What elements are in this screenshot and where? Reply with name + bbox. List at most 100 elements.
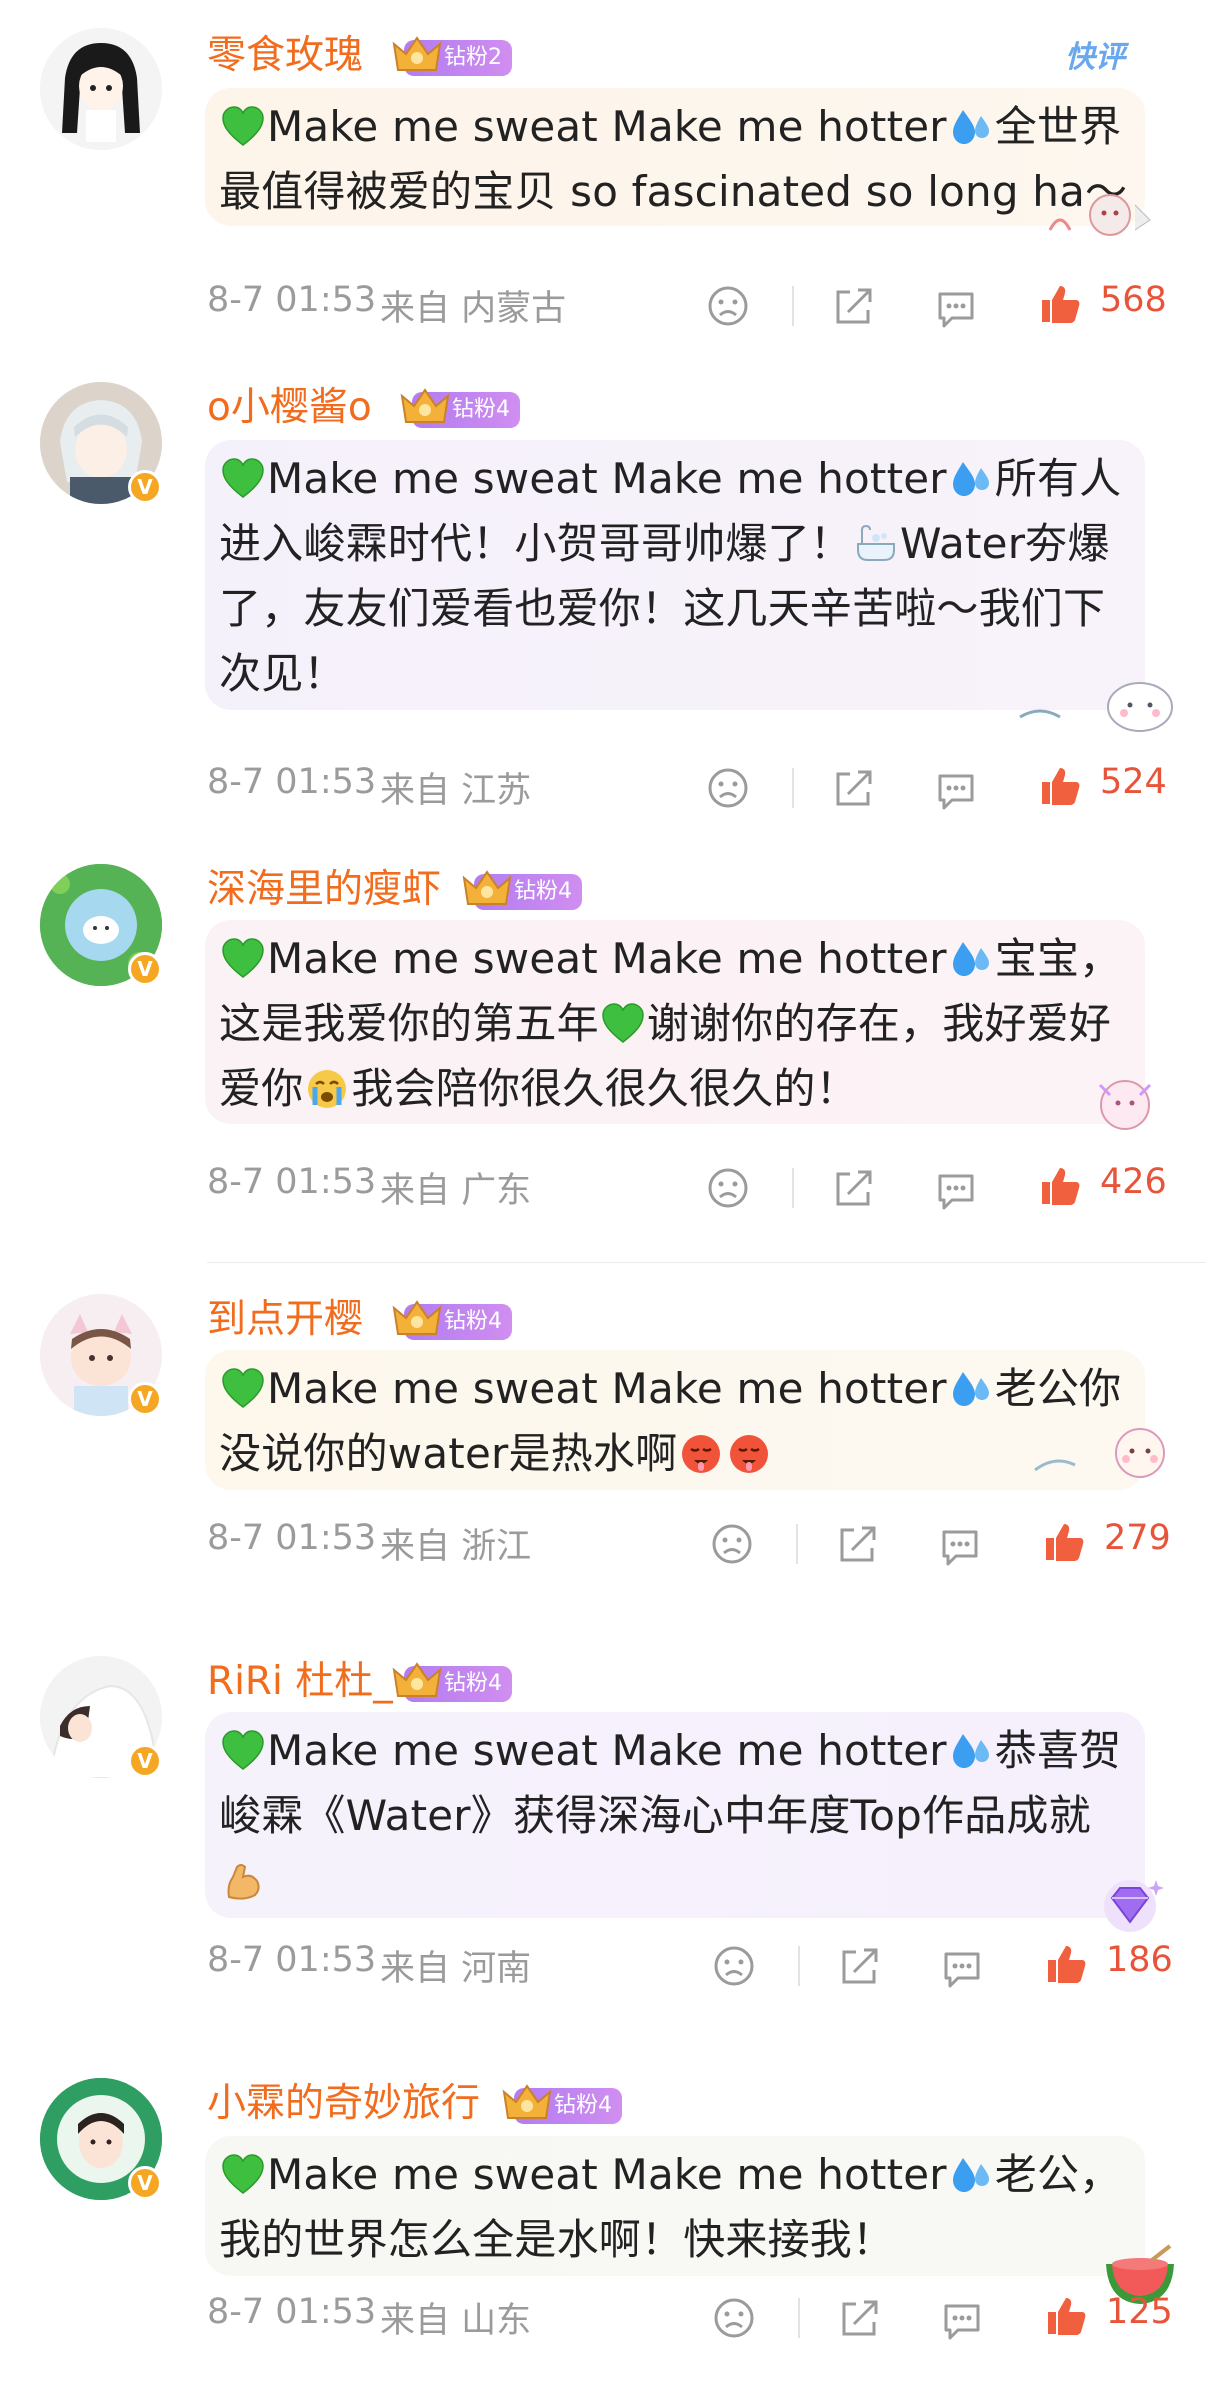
dislike-icon[interactable]	[706, 1166, 750, 1210]
fan-badge[interactable]: 钻粉4	[503, 2085, 622, 2124]
like-count: 524	[1100, 762, 1167, 802]
verified-badge-icon: V	[128, 2166, 162, 2200]
share-icon[interactable]	[836, 1522, 880, 1566]
dislike-icon[interactable]	[706, 284, 750, 328]
bathtub-icon	[857, 524, 896, 561]
bubble-sticker-icon	[1098, 1080, 1152, 1130]
comment-time: 8-7 01:53	[207, 1518, 377, 1558]
hot-face-icon	[682, 1435, 721, 1473]
reply-icon[interactable]	[934, 1168, 978, 1212]
like-icon[interactable]	[1044, 2294, 1088, 2338]
comment-location: 来自 浙江	[380, 1527, 532, 1567]
dislike-icon[interactable]	[712, 1944, 756, 1988]
like-count: 125	[1106, 2292, 1173, 2332]
crown-icon	[393, 37, 441, 71]
sweat-drops-icon	[952, 942, 989, 976]
comment-location: 来自 山东	[380, 2301, 532, 2341]
fan-badge[interactable]: 钻粉4	[401, 389, 520, 428]
comment-bubble: Make me sweat Make me hotter 老公，我的世界怎么全是水…	[205, 2136, 1145, 2276]
comment-bubble: Make me sweat Make me hotter 全世界最值得被爱的宝贝 …	[205, 88, 1145, 226]
sweat-drops-icon	[952, 110, 989, 144]
like-count: 186	[1106, 1940, 1173, 1980]
dislike-icon[interactable]	[706, 766, 750, 810]
fan-badge[interactable]: 钻粉4	[463, 871, 582, 910]
username[interactable]: 零食玫瑰	[207, 32, 363, 80]
crown-icon	[503, 2085, 551, 2119]
green-heart-icon	[222, 106, 264, 146]
comment-bubble: Make me sweat Make me hotter 所有人进入峻霖时代！小贺…	[205, 440, 1145, 710]
reply-icon[interactable]	[934, 768, 978, 812]
fan-badge[interactable]: 钻粉2	[393, 37, 512, 76]
like-icon[interactable]	[1038, 1164, 1082, 1208]
crown-icon	[393, 1663, 441, 1697]
divider	[792, 768, 794, 808]
fan-badge-label: 钻粉2	[444, 45, 502, 70]
comment-time: 8-7 01:53	[207, 1940, 377, 1980]
crown-icon	[463, 871, 511, 905]
crown-icon	[401, 389, 449, 423]
divider	[798, 1946, 800, 1986]
verified-badge-icon: V	[128, 1744, 162, 1778]
username[interactable]: RiRi 杜杜_	[207, 1658, 393, 1706]
like-icon[interactable]	[1044, 1942, 1088, 1986]
comment-text: Make me sweat Make me hotter	[267, 1726, 947, 1775]
divider	[792, 286, 794, 326]
like-count: 568	[1100, 280, 1167, 320]
username[interactable]: o小樱酱o	[207, 384, 372, 432]
divider	[796, 1524, 798, 1564]
divider	[798, 2298, 800, 2338]
like-icon[interactable]	[1038, 282, 1082, 326]
username[interactable]: 深海里的瘦虾	[207, 866, 441, 914]
fan-badge-label: 钻粉4	[514, 879, 572, 904]
comment-text: Make me sweat Make me hotter	[267, 102, 947, 151]
comment-time: 8-7 01:53	[207, 2292, 377, 2332]
username[interactable]: 到点开樱	[207, 1296, 363, 1344]
share-icon[interactable]	[838, 1944, 882, 1988]
green-heart-icon	[222, 938, 264, 978]
fan-badge[interactable]: 钻粉4	[393, 1301, 512, 1340]
like-count: 279	[1104, 1518, 1171, 1558]
comment-divider	[207, 1262, 1206, 1263]
like-icon[interactable]	[1038, 764, 1082, 808]
reply-icon[interactable]	[940, 1946, 984, 1990]
comment-text: Make me sweat Make me hotter	[267, 2150, 947, 2199]
sweat-drops-icon	[952, 1372, 989, 1406]
like-count: 426	[1100, 1162, 1167, 1202]
bubble-sticker-icon	[1019, 682, 1173, 732]
comment-location: 来自 江苏	[380, 771, 532, 811]
fan-badge-label: 钻粉4	[452, 397, 510, 422]
diamond-badge-icon	[1104, 1880, 1164, 1932]
comment-text: Make me sweat Make me hotter	[267, 934, 947, 983]
verified-badge-icon: V	[128, 1382, 162, 1416]
divider	[792, 1168, 794, 1208]
comment-time: 8-7 01:53	[207, 762, 377, 802]
comment-text: Make me sweat Make me hotter	[267, 1364, 947, 1413]
reply-icon[interactable]	[938, 1524, 982, 1568]
dislike-icon[interactable]	[712, 2296, 756, 2340]
bubble-sticker-icon	[1048, 194, 1151, 236]
dislike-icon[interactable]	[710, 1522, 754, 1566]
green-heart-icon	[222, 1368, 264, 1408]
share-icon[interactable]	[832, 766, 876, 810]
comment-location: 来自 河南	[380, 1949, 532, 1989]
fan-badge[interactable]: 钻粉4	[393, 1663, 512, 1702]
quick-comment-tag[interactable]: 快评	[1065, 32, 1125, 76]
share-icon[interactable]	[838, 2296, 882, 2340]
crying-face-icon	[308, 1070, 347, 1108]
comment-location: 来自 内蒙古	[380, 289, 567, 329]
avatar[interactable]	[40, 28, 162, 150]
share-icon[interactable]	[832, 1166, 876, 1210]
comment-time: 8-7 01:53	[207, 280, 377, 320]
username[interactable]: 小霖的奇妙旅行	[207, 2080, 480, 2128]
verified-badge-icon: V	[128, 952, 162, 986]
verified-badge-icon: V	[128, 470, 162, 504]
green-heart-icon	[222, 458, 264, 498]
fan-badge-label: 钻粉4	[554, 2093, 612, 2118]
reply-icon[interactable]	[940, 2298, 984, 2342]
like-icon[interactable]	[1042, 1520, 1086, 1564]
share-icon[interactable]	[832, 284, 876, 328]
green-heart-icon	[222, 2154, 264, 2194]
reply-icon[interactable]	[934, 286, 978, 330]
sweat-drops-icon	[952, 2158, 989, 2192]
sweat-drops-icon	[952, 1734, 989, 1768]
